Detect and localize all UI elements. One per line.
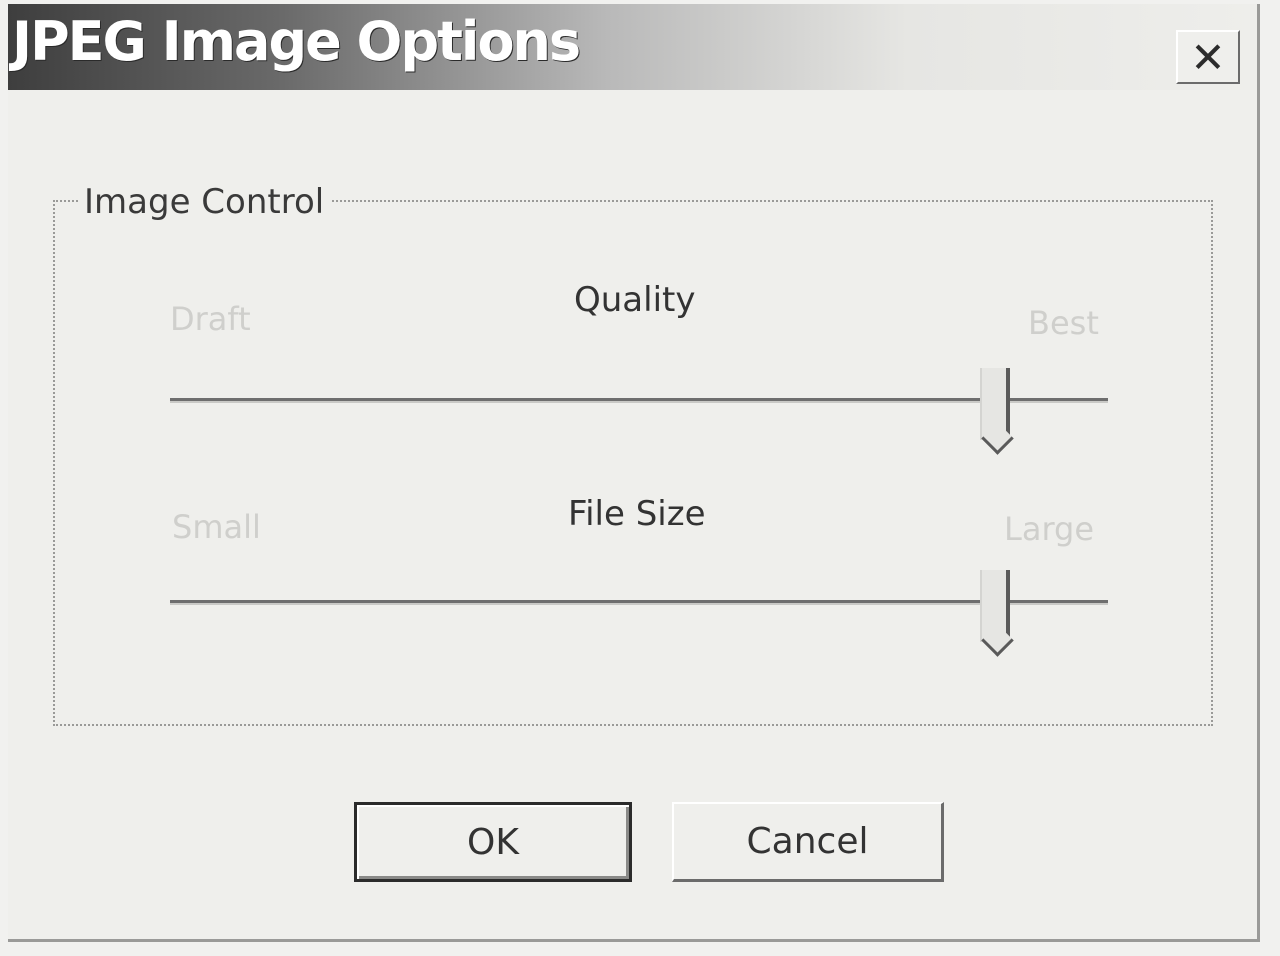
quality-min-label: Draft [170, 300, 251, 338]
file-size-min-label: Small [172, 508, 261, 546]
image-control-group [53, 200, 1213, 726]
cancel-button[interactable]: Cancel [672, 802, 944, 882]
quality-slider-thumb[interactable] [980, 368, 1011, 440]
window-title: JPEG Image Options [12, 10, 581, 73]
quality-label: Quality [574, 280, 696, 320]
file-size-slider-track[interactable] [170, 600, 1108, 605]
title-bar[interactable]: JPEG Image Options ✕ [8, 4, 1257, 90]
quality-slider-track[interactable] [170, 398, 1108, 403]
close-icon: ✕ [1190, 32, 1226, 82]
quality-max-label: Best [1028, 304, 1099, 342]
file-size-label: File Size [568, 494, 706, 534]
group-label: Image Control [80, 182, 331, 222]
ok-button[interactable]: OK [354, 802, 632, 882]
jpeg-options-dialog: JPEG Image Options ✕ Image Control Draft… [8, 4, 1260, 942]
file-size-max-label: Large [1004, 510, 1095, 548]
close-button[interactable]: ✕ [1176, 30, 1240, 84]
file-size-slider-thumb[interactable] [980, 570, 1011, 642]
